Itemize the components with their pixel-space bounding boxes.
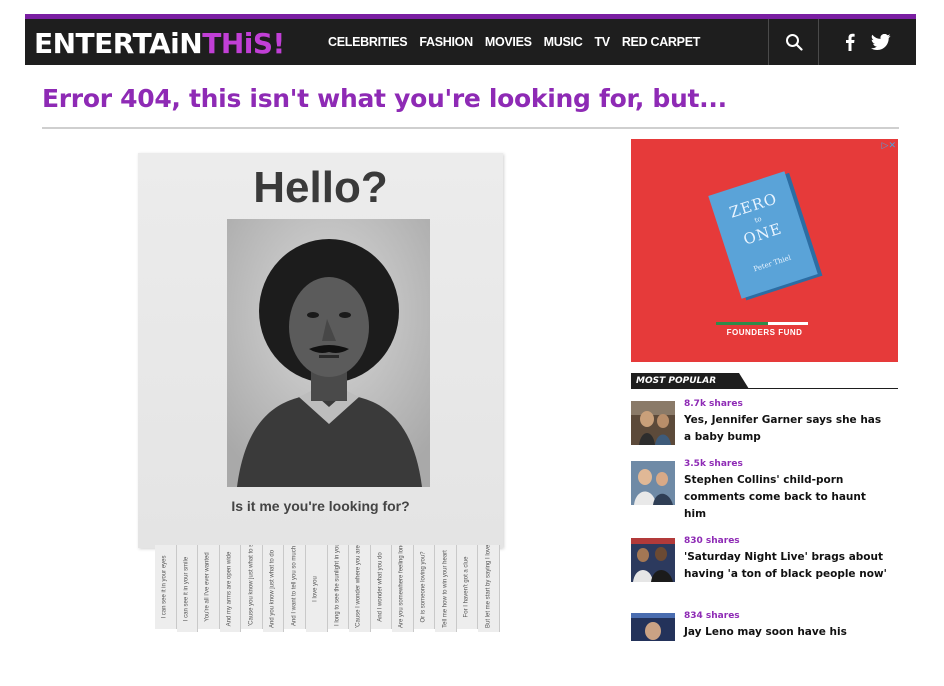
tear-tab: Tell me how to win your heart xyxy=(435,545,457,632)
adchoices-icon[interactable]: ▷✕ xyxy=(870,140,896,152)
tear-tab: 'Cause I wonder where you are xyxy=(349,545,371,632)
tear-tab: And you know just what to do xyxy=(262,545,285,632)
article-title-link[interactable]: Jay Leno may soon have his xyxy=(684,624,889,641)
site-header: ENTERTAiNTHiS! CELEBRITIES FASHION MOVIE… xyxy=(25,14,916,65)
twitter-icon[interactable] xyxy=(870,34,891,50)
poster-heading: Hello? xyxy=(253,163,388,212)
tear-tab: I can see it in your smile xyxy=(176,545,199,632)
share-count: 8.7k shares xyxy=(684,399,743,409)
tear-tab: But let me start by saying I love you xyxy=(478,545,500,632)
nav-item-celebrities[interactable]: CELEBRITIES xyxy=(328,35,408,49)
tear-tab: For I haven't got a clue xyxy=(456,545,479,629)
tear-tab: 'Cause you know just what to say xyxy=(241,545,263,629)
poster-image: Hello? Is it me you're looking for? xyxy=(138,153,503,548)
thumbnail-image[interactable] xyxy=(631,538,675,582)
page-title: Error 404, this isn't what you're lookin… xyxy=(42,84,727,113)
tear-tab: And my arms are open wide xyxy=(219,545,242,632)
tear-tab: Or is someone loving you? xyxy=(413,545,436,629)
ad-divider xyxy=(716,322,808,325)
nav-item-movies[interactable]: MOVIES xyxy=(485,35,532,49)
tear-tab: I can see it in your eyes xyxy=(155,545,177,629)
logo-text-part1: ENTERTAiN xyxy=(34,27,203,60)
article-title-link[interactable]: 'Saturday Night Live' brags about having… xyxy=(684,549,889,583)
article-title-link[interactable]: Stephen Collins' child-porn comments com… xyxy=(684,472,889,523)
search-icon xyxy=(785,34,803,51)
tear-tab: Are you somewhere feeling lonely xyxy=(392,545,414,632)
thumbnail-image[interactable] xyxy=(631,613,675,641)
tear-tab: I long to see the sunlight in your hair xyxy=(327,545,350,629)
tear-tab: You're all I've ever wanted xyxy=(198,545,220,629)
tear-tab: And I wonder what you do xyxy=(370,545,393,629)
header-icons xyxy=(768,19,916,65)
share-count: 830 shares xyxy=(684,536,740,546)
logo-text-part2: THiS! xyxy=(202,27,285,60)
most-popular-divider xyxy=(631,388,898,389)
article-title-link[interactable]: Yes, Jennifer Garner says she has a baby… xyxy=(684,412,889,446)
nav-item-red-carpet[interactable]: RED CARPET xyxy=(622,35,701,49)
nav-item-tv[interactable]: TV xyxy=(594,35,610,49)
share-count: 3.5k shares xyxy=(684,459,743,469)
site-logo[interactable]: ENTERTAiNTHiS! xyxy=(34,27,285,61)
most-popular-header: MOST POPULAR xyxy=(631,373,898,389)
book-cover-image: ZERO to ONE Peter Thiel xyxy=(708,171,818,299)
thumbnail-image[interactable] xyxy=(631,401,675,445)
social-links xyxy=(818,19,916,65)
main-nav: CELEBRITIES FASHION MOVIES MUSIC TV RED … xyxy=(328,19,712,65)
title-divider xyxy=(42,127,899,129)
facebook-icon[interactable] xyxy=(845,33,855,51)
book-author: Peter Thiel xyxy=(752,253,792,274)
poster-tear-tabs: I can see it in your eyes I can see it i… xyxy=(155,545,500,632)
poster-caption: Is it me you're looking for? xyxy=(231,498,410,514)
portrait-photo xyxy=(227,219,430,487)
nav-item-fashion[interactable]: FASHION xyxy=(419,35,473,49)
ad-footer-text: FOUNDERS FUND xyxy=(726,328,803,337)
nav-item-music[interactable]: MUSIC xyxy=(544,35,583,49)
most-popular-heading: MOST POPULAR xyxy=(631,373,749,389)
tear-tab: I love you xyxy=(305,545,328,632)
thumbnail-image[interactable] xyxy=(631,461,675,505)
search-button[interactable] xyxy=(768,19,818,65)
tear-tab: And I want to tell you so much xyxy=(284,545,306,629)
share-count: 834 shares xyxy=(684,611,740,621)
advertisement[interactable]: ▷✕ ZERO to ONE Peter Thiel FOUNDERS FUND xyxy=(631,139,898,362)
